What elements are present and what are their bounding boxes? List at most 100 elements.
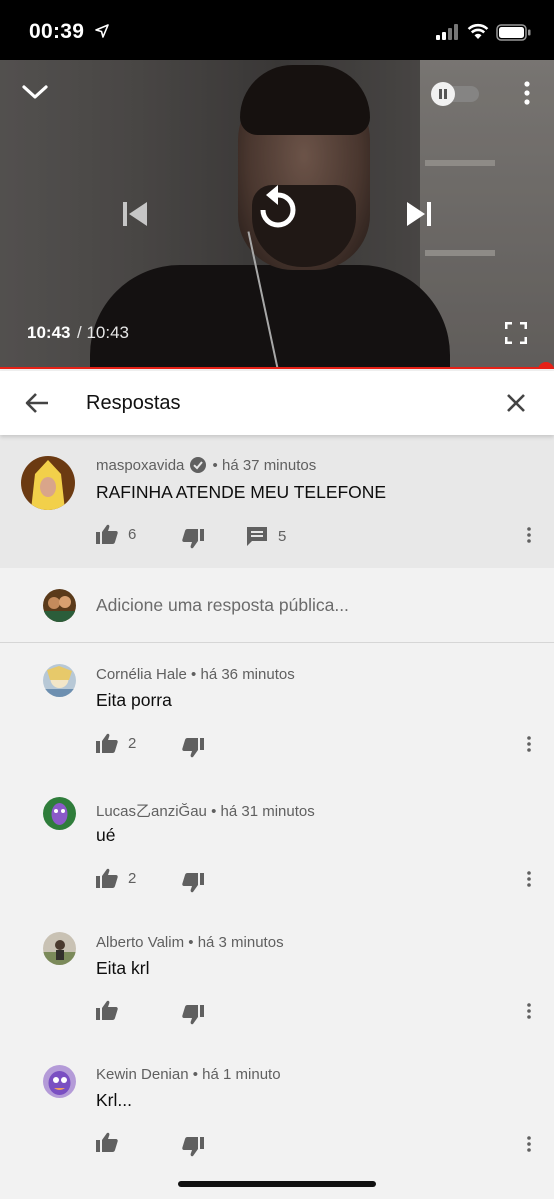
thumb-down-icon	[182, 738, 204, 758]
video-player[interactable]: 10:43 / 10:43	[0, 60, 554, 369]
dislike-button[interactable]	[182, 1005, 204, 1025]
more-vert-icon	[524, 81, 530, 105]
autoplay-toggle[interactable]	[429, 81, 481, 107]
comment-meta: Cornélia Hale • há 36 minutos	[96, 666, 295, 683]
avatar-image	[43, 932, 76, 965]
dislike-button[interactable]	[182, 1137, 204, 1157]
comment-text: RAFINHA ATENDE MEU TELEFONE	[96, 482, 387, 502]
page-title: Respostas	[86, 392, 181, 414]
thumb-down-icon	[182, 529, 204, 549]
comment-author[interactable]: Lucas乙anziĞau	[96, 803, 207, 820]
home-indicator[interactable]	[178, 1181, 376, 1187]
thumb-down-icon	[182, 1137, 204, 1157]
status-time: 00:39	[29, 20, 85, 43]
avatar[interactable]	[43, 932, 76, 965]
more-vert-icon	[527, 871, 531, 887]
comment-menu-button[interactable]	[519, 999, 539, 1023]
current-time: 10:43	[27, 323, 71, 342]
comment-menu-button[interactable]	[519, 732, 539, 756]
comment-author[interactable]: maspoxavida	[96, 457, 184, 474]
verified-badge-icon	[190, 457, 207, 473]
avatar-image	[43, 664, 76, 697]
avatar[interactable]	[43, 664, 76, 697]
thumb-down-icon	[182, 1005, 204, 1025]
comment-meta: Alberto Valim • há 3 minutos	[96, 934, 284, 951]
thumb-up-icon	[96, 524, 118, 544]
fullscreen-button[interactable]	[502, 319, 530, 347]
like-button[interactable]	[96, 1132, 128, 1152]
wifi-icon	[467, 23, 489, 39]
back-arrow-icon	[25, 393, 48, 413]
previous-icon	[123, 202, 147, 226]
comment-text: ué	[96, 825, 116, 845]
more-options-button[interactable]	[516, 78, 538, 108]
reply-comment-icon	[247, 527, 267, 546]
more-vert-icon	[527, 527, 531, 543]
thumb-down-icon	[182, 873, 204, 893]
like-count: 6	[128, 525, 137, 543]
comment-meta: Kewin Denian • há 1 minuto	[96, 1066, 281, 1083]
replies-count-button[interactable]: 5	[246, 526, 286, 546]
more-vert-icon	[527, 1136, 531, 1152]
status-bar: 00:39	[0, 0, 554, 60]
dislike-button[interactable]	[182, 873, 204, 893]
dislike-button[interactable]	[182, 529, 204, 549]
comment-text: Eita krl	[96, 958, 150, 978]
close-button[interactable]	[502, 389, 530, 417]
battery-icon	[496, 24, 531, 41]
replay-button[interactable]	[250, 182, 304, 242]
like-button[interactable]: 2	[96, 868, 136, 888]
like-button[interactable]	[96, 1000, 128, 1020]
avatar-image	[43, 589, 76, 622]
comment-menu-button[interactable]	[519, 867, 539, 891]
comment-time: há 37 minutos	[221, 457, 317, 474]
avatar-image	[21, 456, 75, 510]
comment-author[interactable]: Alberto Valim	[96, 934, 184, 951]
thumb-up-icon	[96, 733, 118, 753]
avatar[interactable]	[21, 456, 75, 510]
like-count: 2	[128, 734, 137, 752]
thumb-up-icon	[96, 1000, 118, 1020]
avatar[interactable]	[43, 797, 76, 830]
minimize-button[interactable]	[18, 78, 52, 106]
comment-time: há 31 minutos	[220, 803, 315, 820]
pause-toggle-icon	[431, 82, 479, 106]
comment-text: Eita porra	[96, 690, 172, 710]
comment-author[interactable]: Cornélia Hale	[96, 666, 187, 683]
reply-count: 5	[278, 527, 287, 545]
comment-meta: maspoxavida • há 37 minutos	[96, 457, 317, 474]
avatar[interactable]	[43, 1065, 76, 1098]
location-arrow-icon	[95, 24, 109, 38]
comment-author[interactable]: Kewin Denian	[96, 1066, 189, 1083]
total-time: / 10:43	[77, 323, 129, 342]
thumb-up-icon	[96, 1132, 118, 1152]
replies-header: Respostas	[0, 371, 554, 435]
avatar-image	[43, 1065, 76, 1098]
replay-icon	[260, 185, 296, 228]
next-icon	[407, 202, 431, 226]
avatar	[43, 589, 76, 622]
back-button[interactable]	[22, 389, 52, 417]
thumb-up-icon	[96, 868, 118, 888]
more-vert-icon	[527, 736, 531, 752]
comment-time: há 1 minuto	[202, 1066, 281, 1083]
next-button[interactable]	[400, 197, 438, 231]
fullscreen-icon	[505, 322, 527, 344]
progress-bar[interactable]	[0, 367, 554, 369]
add-reply-row[interactable]: Adicione uma resposta pública...	[0, 568, 554, 643]
like-count: 2	[128, 869, 137, 887]
comment-menu-button[interactable]	[519, 1132, 539, 1156]
comment-time: há 3 minutos	[197, 934, 284, 951]
add-reply-input[interactable]: Adicione uma resposta pública...	[96, 595, 349, 616]
avatar-image	[43, 797, 76, 830]
previous-button[interactable]	[116, 197, 154, 231]
more-vert-icon	[527, 1003, 531, 1019]
like-button[interactable]: 2	[96, 733, 136, 753]
dislike-button[interactable]	[182, 738, 204, 758]
like-button[interactable]: 6	[96, 524, 136, 544]
comment-text: Krl...	[96, 1090, 132, 1110]
chevron-down-icon	[22, 85, 48, 99]
close-icon	[507, 394, 525, 412]
comment-menu-button[interactable]	[519, 523, 539, 547]
comment-time: há 36 minutos	[200, 666, 295, 683]
